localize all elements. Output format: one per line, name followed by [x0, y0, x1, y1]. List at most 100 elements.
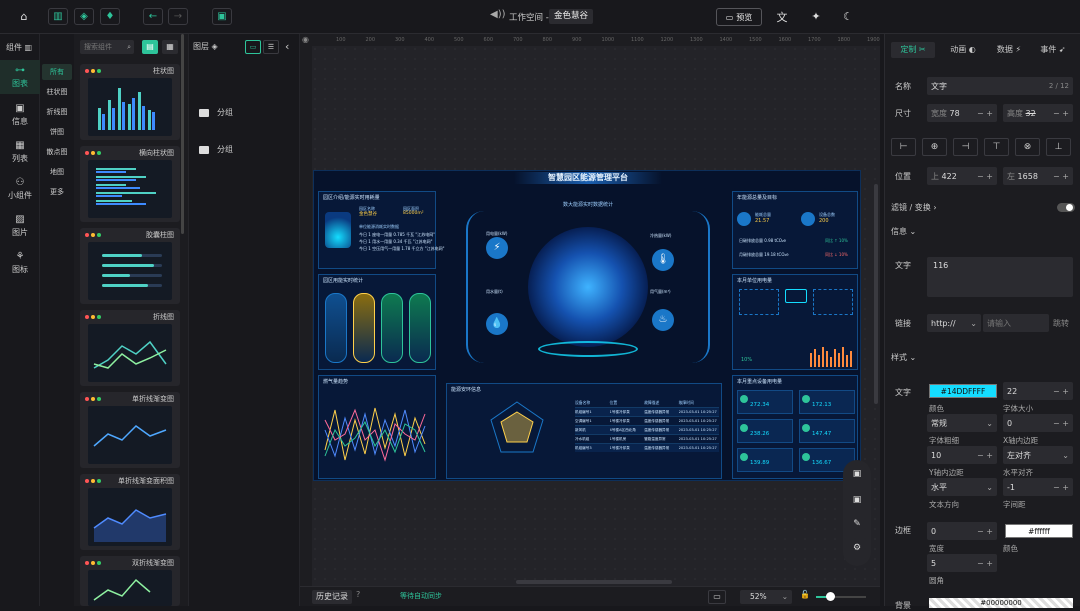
align-middle-icon[interactable]: ⊗ — [1015, 138, 1040, 156]
layers-icon[interactable]: ◈ — [74, 8, 94, 25]
tab-event[interactable]: 事件 ➹ — [1033, 42, 1073, 58]
y-padding-field[interactable]: 10 − + — [927, 446, 997, 464]
color-picker[interactable]: #14DDFFFF — [929, 384, 997, 398]
project-name[interactable]: 金色慧谷 — [549, 9, 594, 24]
top-field[interactable]: 上 422 − + — [927, 167, 997, 185]
canvas[interactable]: 100 200 300 400 500 600 700 800 900 1000 1100 1200 1… — [300, 34, 880, 586]
eye-icon[interactable]: ◉ — [302, 35, 309, 44]
align-bottom-icon[interactable]: ⊥ — [1046, 138, 1071, 156]
align-top-icon[interactable]: ⊤ — [984, 138, 1009, 156]
preview-button[interactable]: ▭ 预览 — [716, 8, 762, 26]
grid-view-button[interactable]: ▤ — [142, 40, 158, 54]
search-input[interactable]: 搜索组件 ⌕ — [80, 40, 134, 54]
nav-widget[interactable]: ⚇ 小组件 — [0, 172, 40, 206]
scrollbar[interactable] — [181, 34, 184, 234]
collapse-icon[interactable]: ‹ — [285, 40, 289, 53]
category-item[interactable]: 所有 — [42, 64, 72, 80]
nav-image[interactable]: ▨ 图片 — [0, 209, 40, 243]
component-card[interactable]: 双折线渐变图 — [80, 556, 180, 606]
font-weight-select[interactable]: 常规 ⌄ — [927, 414, 997, 432]
nav-chart[interactable]: ⊶ 图表 — [0, 60, 40, 94]
x-padding-field[interactable]: 0 − + — [1003, 414, 1073, 432]
stepper-icon[interactable]: − + — [1053, 109, 1069, 118]
layer-list-view[interactable]: ☰ — [263, 40, 279, 54]
help-icon[interactable]: ? — [356, 590, 360, 599]
stepper-icon[interactable]: − + — [1053, 483, 1069, 492]
category-item[interactable]: 更多 — [42, 184, 72, 200]
info-section[interactable]: 信息 ⌄ — [891, 226, 916, 237]
category-item[interactable]: 散点图 — [42, 144, 72, 160]
stepper-icon[interactable]: − + — [977, 559, 993, 568]
dashboard-preview[interactable]: 智慧园区能源管理平台 数大能源实时数据统计 园区介绍/能源实时用耗量 园区名称 … — [313, 170, 861, 481]
home-icon[interactable]: ⌂ — [14, 8, 34, 25]
align-center-icon[interactable]: ⊕ — [922, 138, 947, 156]
bar-chart-icon[interactable]: ▥ — [48, 8, 68, 25]
category-item[interactable]: 饼图 — [42, 124, 72, 140]
component-card[interactable]: 折线图 — [80, 310, 180, 386]
layer-item[interactable]: 分组 — [199, 107, 233, 118]
translate-icon[interactable]: 文 — [772, 8, 792, 25]
component-card[interactable]: 单折线渐变面积图 — [80, 474, 180, 550]
nav-list[interactable]: ▦ 列表 — [0, 135, 40, 169]
layer-item[interactable]: 分组 — [199, 144, 233, 155]
component-card[interactable]: 柱状图 — [80, 64, 180, 140]
stepper-icon[interactable]: − + — [977, 451, 993, 460]
stepper-icon[interactable]: − + — [977, 527, 993, 536]
tab-data[interactable]: 数据 ⚡ — [989, 42, 1029, 58]
filter-toggle[interactable] — [1057, 203, 1075, 212]
background-color-picker[interactable]: #00000000 — [929, 598, 1073, 608]
category-item[interactable]: 地图 — [42, 164, 72, 180]
align-select[interactable]: 左对齐 ⌄ — [1003, 446, 1073, 464]
water-drop-icon[interactable]: ♦ — [100, 8, 120, 25]
radius-field[interactable]: 5 − + — [927, 554, 997, 572]
component-card[interactable]: 横向柱状图 — [80, 146, 180, 222]
layer-thumb-view[interactable]: ▭ — [245, 40, 261, 54]
category-item[interactable]: 柱状图 — [42, 84, 72, 100]
stepper-icon[interactable]: − + — [1053, 387, 1069, 396]
lock-icon[interactable]: 🔓 — [800, 590, 810, 599]
save-icon[interactable]: ▣ — [212, 8, 232, 25]
nav-info[interactable]: ▣ 信息 — [0, 98, 40, 132]
nav-icons[interactable]: ⚘ 图标 — [0, 246, 40, 280]
text-input[interactable]: 116 — [927, 257, 1073, 297]
unlock-icon[interactable]: ▣ — [851, 494, 863, 506]
category-item[interactable]: 折线图 — [42, 104, 72, 120]
style-section[interactable]: 样式 ⌄ — [891, 352, 916, 363]
tab-custom[interactable]: 定制 ✂ — [891, 42, 935, 58]
name-field[interactable]: 文字 2 / 12 — [927, 77, 1073, 95]
stepper-icon[interactable]: − + — [1053, 419, 1069, 428]
moon-icon[interactable]: ☾ — [838, 8, 858, 25]
stepper-icon[interactable]: − + — [1053, 172, 1069, 181]
vertical-scrollbar[interactable] — [874, 184, 878, 404]
settings-icon[interactable]: ⚙ — [851, 542, 863, 554]
width-field[interactable]: 宽度 78 − + — [927, 104, 997, 122]
link-protocol-select[interactable]: http:// ⌄ — [927, 314, 981, 332]
left-field[interactable]: 左 1658 − + — [1003, 167, 1073, 185]
arrow-left-icon[interactable]: ← — [143, 8, 163, 25]
height-field[interactable]: 高度 32 − + — [1003, 104, 1073, 122]
zoom-select[interactable]: 52% ⌄ — [740, 590, 792, 604]
zoom-slider-handle[interactable] — [826, 592, 835, 601]
border-color-picker[interactable]: #ffffff — [1005, 524, 1073, 538]
jump-button[interactable]: 跳转 — [1053, 318, 1069, 329]
align-right-icon[interactable]: ⊣ — [953, 138, 978, 156]
tab-animation[interactable]: 动画 ◐ — [943, 42, 983, 58]
magic-icon[interactable]: ✦ — [806, 8, 826, 25]
letter-spacing-field[interactable]: -1 − + — [1003, 478, 1073, 496]
tile-view-button[interactable]: ▦ — [162, 40, 178, 54]
link-input[interactable]: 请输入 — [983, 314, 1049, 332]
lock-icon[interactable]: ▣ — [851, 468, 863, 480]
filter-section[interactable]: 滤镜 / 变换 › — [891, 202, 937, 213]
horizontal-scrollbar[interactable] — [516, 580, 672, 584]
edit-icon[interactable]: ✎ — [851, 518, 863, 530]
minimap-icon[interactable]: ▭ — [708, 590, 726, 604]
arrow-right-icon[interactable]: → — [168, 8, 188, 25]
align-left-icon[interactable]: ⊢ — [891, 138, 916, 156]
direction-select[interactable]: 水平 ⌄ — [927, 478, 997, 496]
font-size-field[interactable]: 22 − + — [1003, 382, 1073, 400]
history-button[interactable]: 历史记录 — [312, 590, 352, 604]
border-width-field[interactable]: 0 − + — [927, 522, 997, 540]
stepper-icon[interactable]: − + — [977, 172, 993, 181]
stepper-icon[interactable]: − + — [977, 109, 993, 118]
component-card[interactable]: 胶囊柱图 — [80, 228, 180, 304]
